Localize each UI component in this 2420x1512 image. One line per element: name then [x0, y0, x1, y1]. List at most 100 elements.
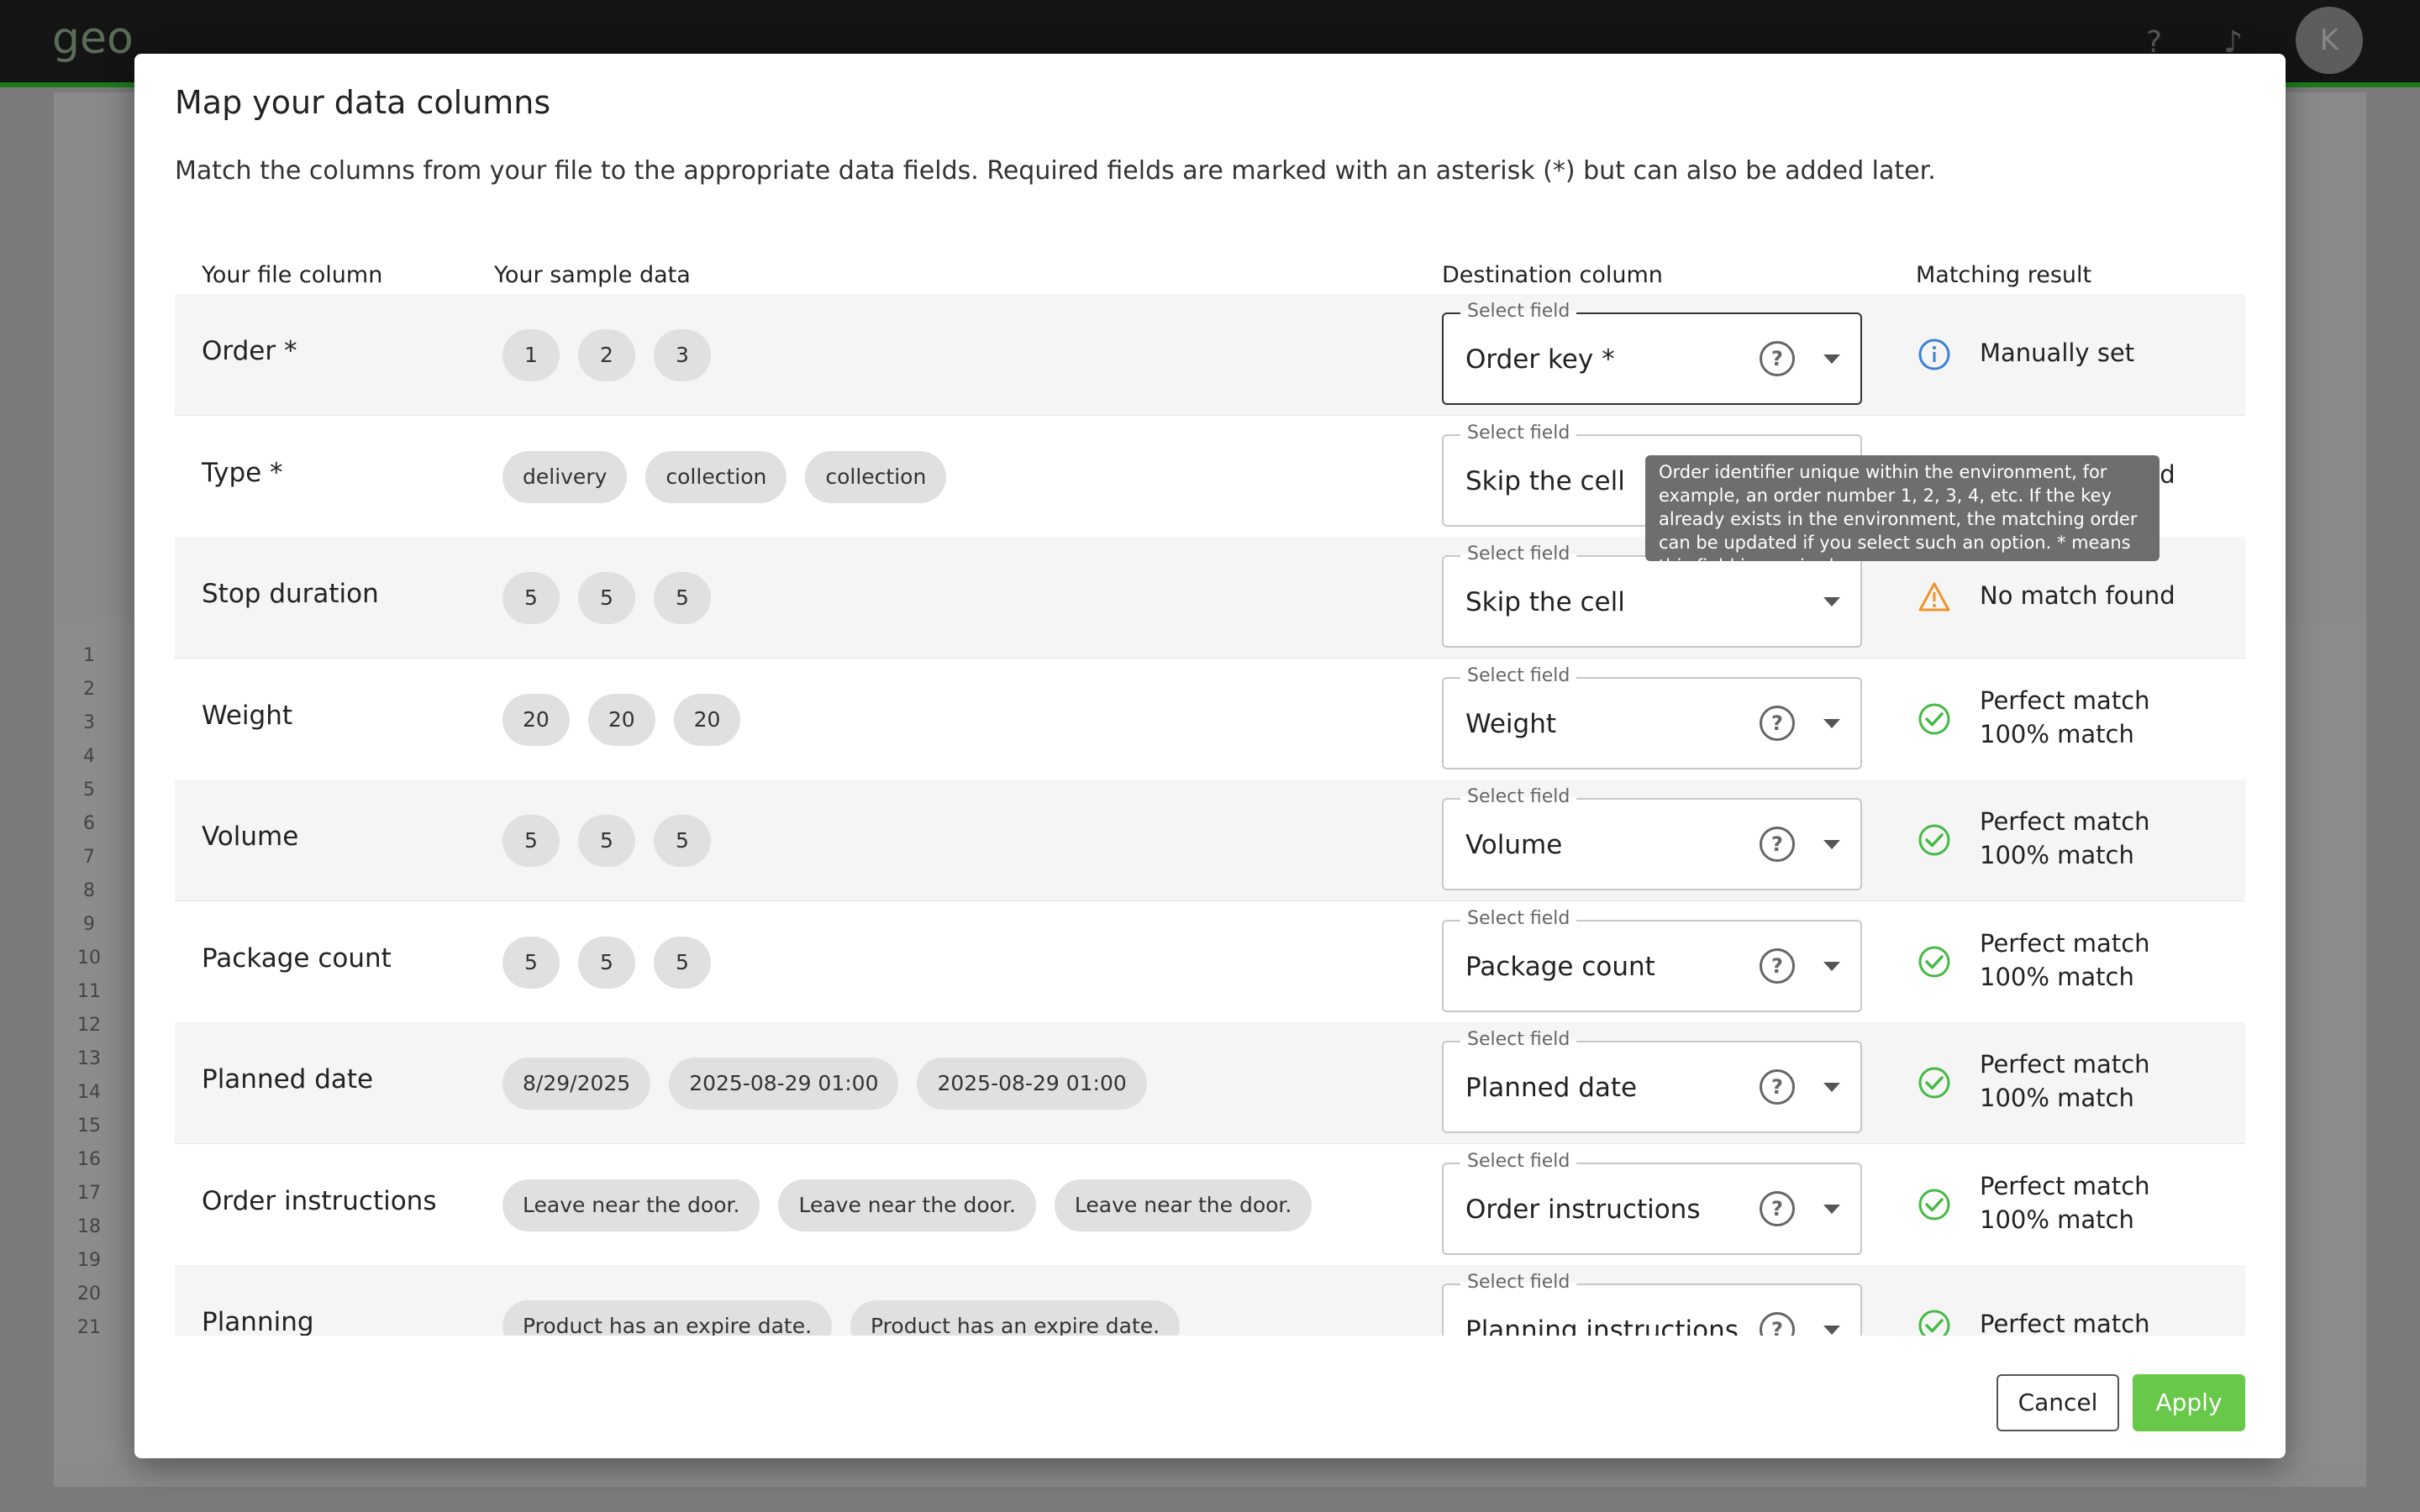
result-label: Perfect match [1980, 1171, 2150, 1200]
sample-chips: 555 [502, 815, 711, 867]
sheet-row-number: 6 [83, 813, 95, 834]
help-icon[interactable]: ? [1760, 1190, 1795, 1226]
destination-select[interactable]: Select field Weight ? [1442, 664, 1862, 769]
sample-chip: Leave near the door. [1054, 1179, 1313, 1231]
select-value: Volume [1465, 830, 1563, 860]
sample-chip: Product has an expire date. [850, 1300, 1181, 1336]
help-icon[interactable]: ? [1760, 1312, 1795, 1336]
sheet-row-number: 7 [83, 847, 95, 868]
result-label: Perfect match [1980, 807, 2150, 836]
chevron-down-icon[interactable] [1823, 354, 1840, 364]
sample-chip: 1 [502, 329, 560, 381]
select-value: Order instructions [1465, 1194, 1701, 1225]
select-value: Planned date [1465, 1073, 1638, 1103]
avatar[interactable]: K [2296, 7, 2363, 74]
chevron-down-icon[interactable] [1823, 1326, 1840, 1335]
sample-chip: 5 [502, 936, 560, 989]
sheet-row-number: 17 [77, 1183, 101, 1204]
result-label: Perfect match [1980, 928, 2150, 958]
sample-chips: Product has an expire date. Product has a… [502, 1300, 1181, 1336]
select-label: Select field [1460, 907, 1577, 929]
chevron-down-icon[interactable] [1823, 961, 1840, 971]
sample-chip: collection [805, 450, 947, 503]
apply-button[interactable]: Apply [2133, 1374, 2245, 1431]
destination-select[interactable]: Select field Order key * ? [1442, 301, 1862, 405]
sample-chip: 2025-08-29 01:00 [917, 1058, 1147, 1110]
matching-result: Perfect match 100% match [1980, 684, 2150, 751]
file-column-name: Order * [202, 336, 297, 366]
file-column-name: Weight [202, 700, 293, 731]
sheet-row-number: 2 [83, 679, 95, 700]
destination-select[interactable]: Select field Planned date ? [1442, 1029, 1862, 1133]
help-icon[interactable]: ? [1760, 827, 1795, 862]
result-percentage: 100% match [1980, 1205, 2134, 1234]
result-percentage: 100% match [1980, 719, 2134, 748]
sample-chip: Product has an expire date. [502, 1300, 833, 1336]
sheet-row-number: 19 [77, 1250, 101, 1271]
sheet-row-number: 16 [77, 1149, 101, 1170]
sample-chip: Leave near the door. [502, 1179, 760, 1231]
cancel-button[interactable]: Cancel [1996, 1374, 2119, 1431]
check-circle-icon [1918, 1066, 1951, 1100]
chevron-down-icon[interactable] [1823, 840, 1840, 849]
select-label: Select field [1460, 1272, 1577, 1293]
dialog-subtitle: Match the columns from your file to the … [175, 156, 1936, 186]
matching-result: Perfect match 100% match [1980, 805, 2150, 872]
result-percentage: 100% match [1980, 1084, 2134, 1112]
chevron-down-icon[interactable] [1823, 718, 1840, 728]
select-value: Skip the cell [1465, 465, 1625, 496]
sample-chip: 20 [673, 693, 741, 746]
chevron-down-icon[interactable] [1823, 597, 1840, 606]
warning-icon [1918, 580, 1951, 614]
destination-select[interactable]: Select field Package count ? [1442, 907, 1862, 1012]
map-columns-dialog: Map your data columns Match the columns … [134, 54, 2286, 1458]
help-icon[interactable]: ? [1760, 705, 1795, 741]
table-row: Package count 5 5 5 Select field Package co… [175, 900, 2245, 1024]
sample-chip: Leave near the door. [778, 1179, 1036, 1231]
sample-chip: 8/29/2025 [502, 1058, 651, 1110]
result-percentage: 100% match [1980, 962, 2134, 991]
sample-chip: 20 [587, 693, 655, 746]
file-column-name: Order instructions [202, 1185, 437, 1216]
help-icon[interactable]: ? [1760, 948, 1795, 984]
select-label: Select field [1460, 786, 1577, 807]
matching-result: Perfect match 100% match [1980, 1169, 2150, 1236]
destination-select[interactable]: Select field Volume ? [1442, 786, 1862, 890]
sheet-row-number: 3 [83, 712, 95, 733]
sample-chips: 8/29/2025 2025-08-29 01:00 2025-08-29 01:0… [502, 1058, 1147, 1110]
sheet-row-number: 4 [83, 746, 95, 767]
header-file-column: Your file column [202, 262, 383, 288]
sheet-row-number: 15 [77, 1116, 101, 1137]
info-icon [1918, 338, 1951, 371]
sample-chip: 5 [578, 815, 635, 867]
check-circle-icon [1918, 945, 1951, 979]
sample-chip: 3 [654, 329, 711, 381]
select-label: Select field [1460, 1029, 1577, 1050]
help-icon[interactable]: ? [1760, 341, 1795, 376]
file-column-name: Package count [202, 942, 392, 974]
sample-chip: 2025-08-29 01:00 [669, 1058, 899, 1110]
help-icon[interactable]: ? [1760, 1069, 1795, 1105]
sample-chip: 5 [502, 572, 560, 624]
sheet-row-number: 10 [77, 948, 101, 969]
table-row: Planned date 8/29/2025 2025-08-29 01:00 202… [175, 1022, 2245, 1145]
matching-result: No match found [1980, 579, 2175, 612]
table-row: Order instructions Leave near the door. Le… [175, 1143, 2245, 1267]
file-column-name: Planned date [202, 1064, 374, 1095]
chevron-down-icon[interactable] [1823, 1083, 1840, 1092]
field-tooltip: Order identifier unique within the envir… [1645, 455, 2160, 576]
sheet-row-number: 8 [83, 880, 95, 901]
select-value: Skip the cell [1465, 587, 1625, 617]
select-label: Select field [1460, 664, 1577, 686]
chevron-down-icon[interactable] [1823, 1204, 1840, 1214]
matching-result: Perfect match 100% match [1980, 1047, 2150, 1115]
destination-select[interactable]: Select field Order instructions ? [1442, 1150, 1862, 1255]
sample-chip: 5 [502, 815, 560, 867]
check-circle-icon [1918, 1309, 1951, 1336]
sheet-row-number: 14 [77, 1082, 101, 1103]
app-logo: geo [52, 13, 134, 64]
select-value: Weight [1465, 708, 1557, 739]
destination-select[interactable]: Select field Planning instructions ? [1442, 1272, 1862, 1336]
select-label: Select field [1460, 1150, 1577, 1172]
file-column-name: Stop duration [202, 579, 379, 609]
